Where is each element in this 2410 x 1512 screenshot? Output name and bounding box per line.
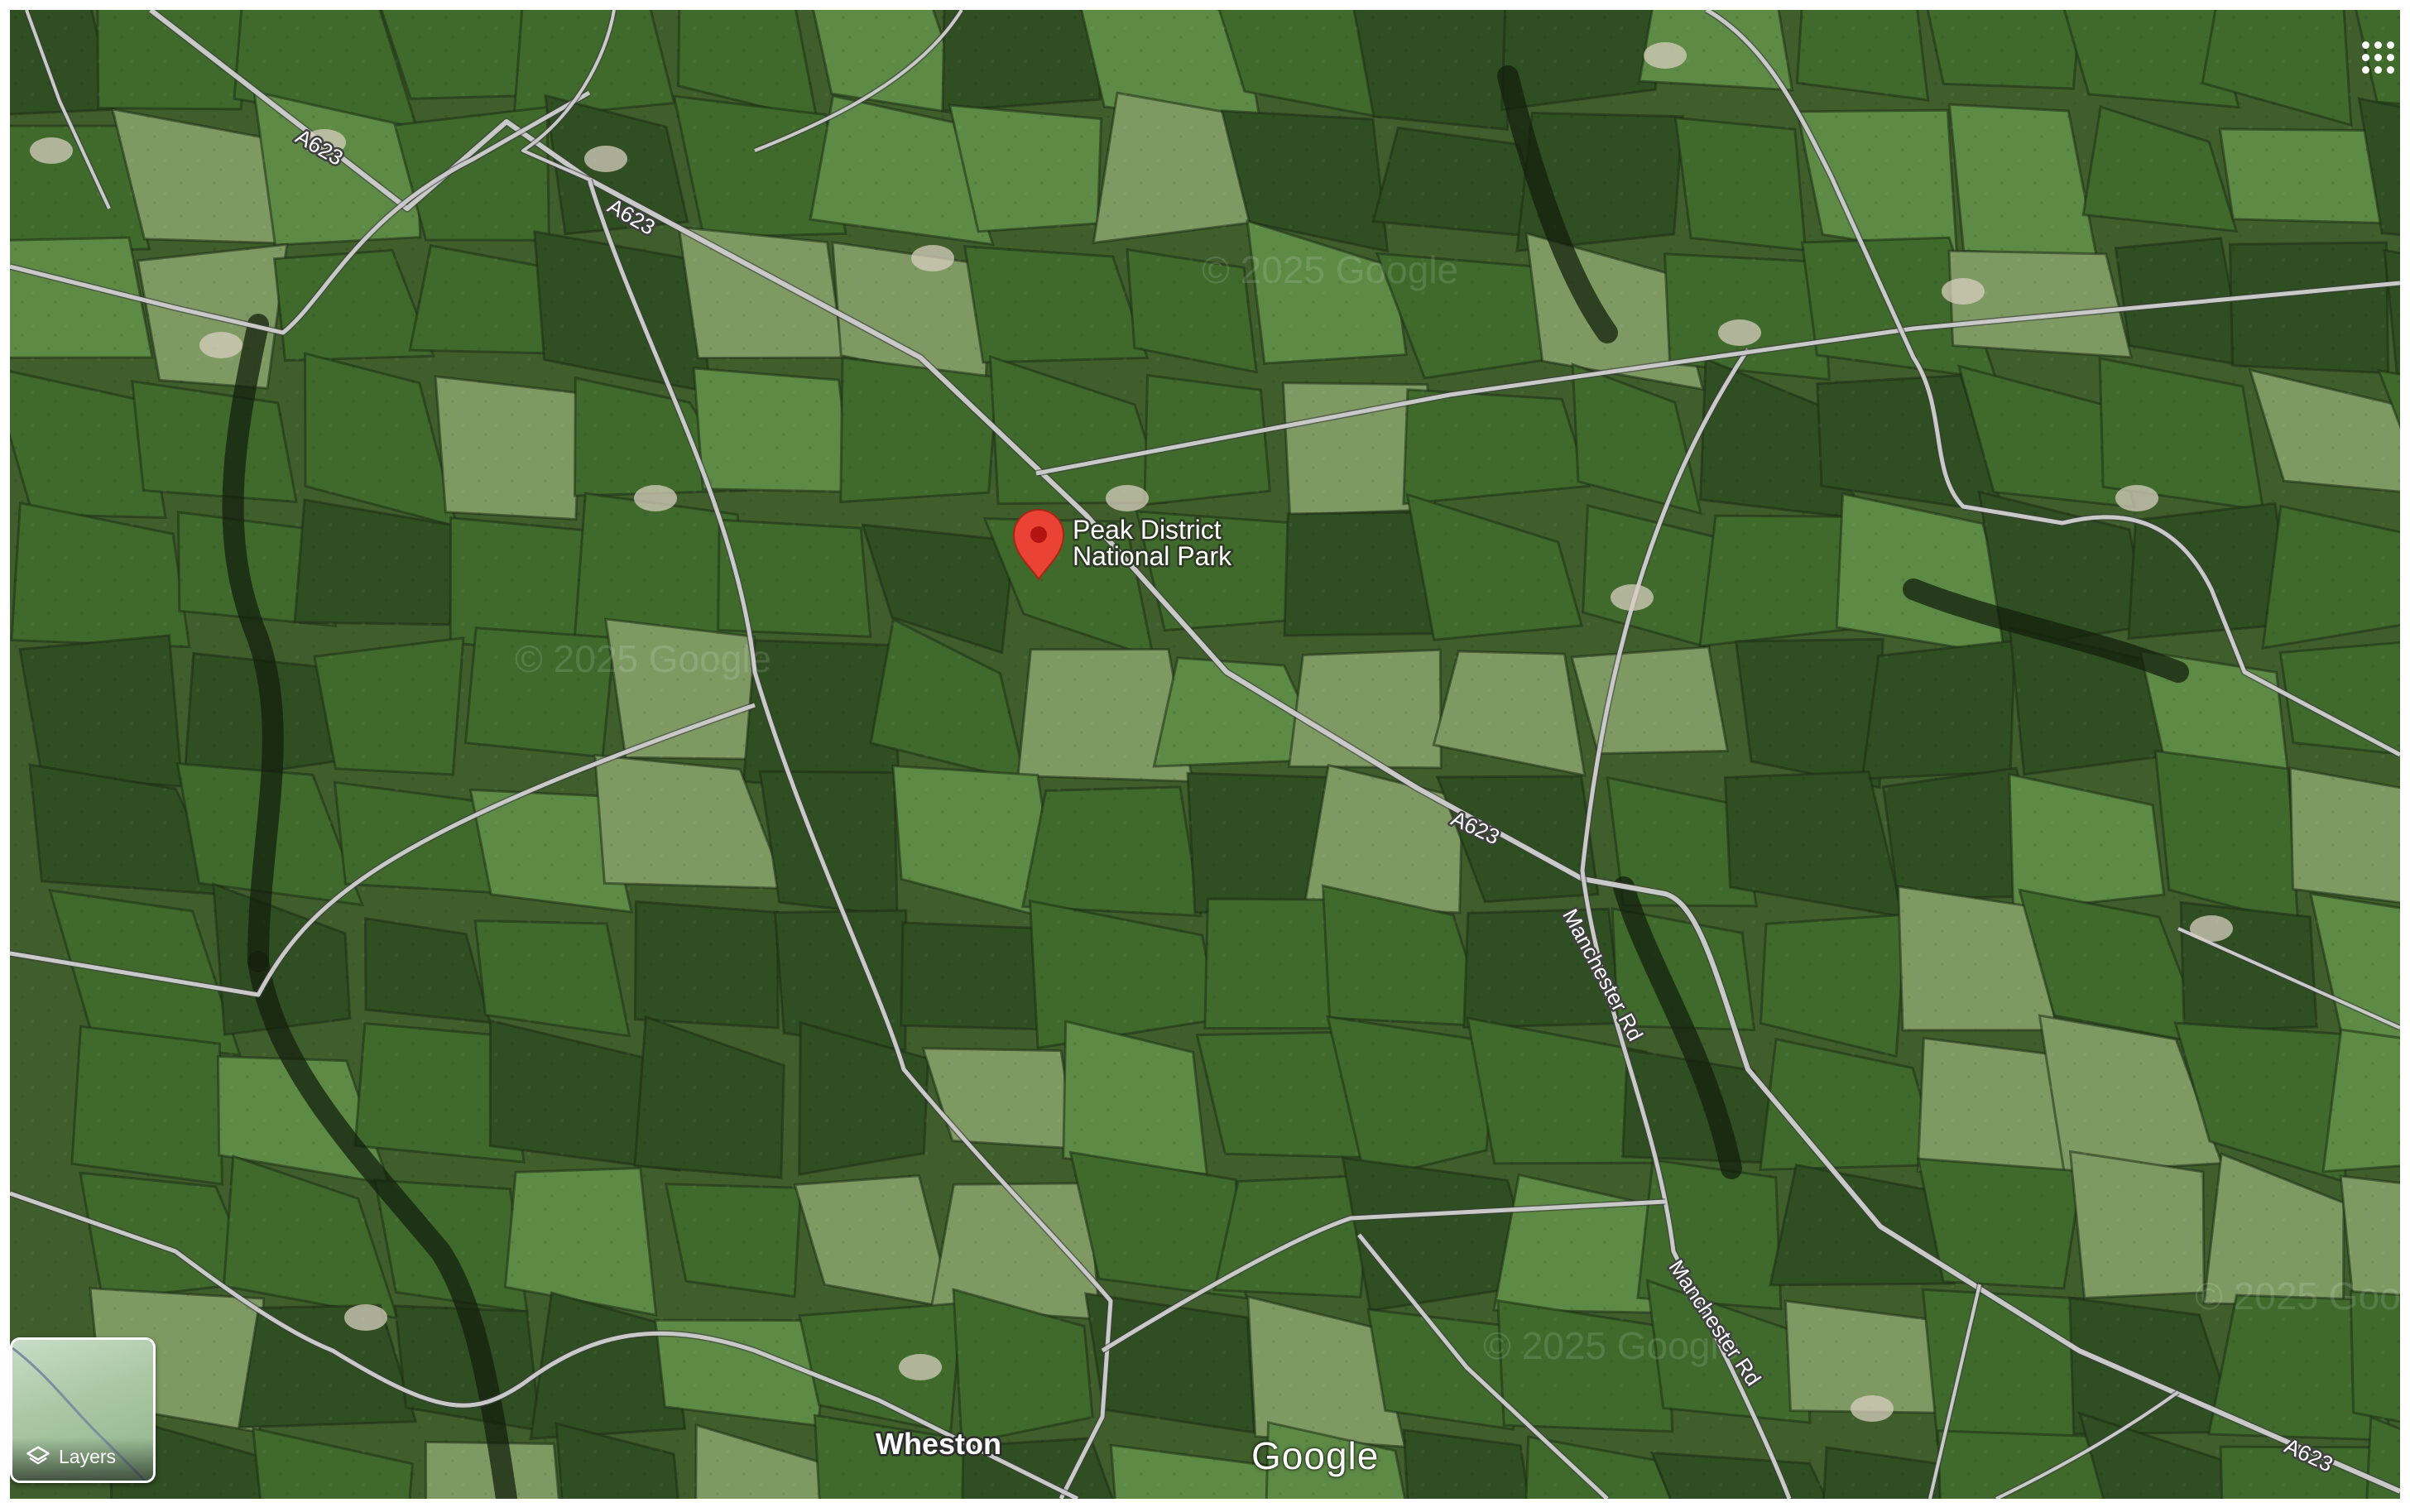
- apps-grid-icon[interactable]: [2359, 38, 2398, 78]
- poi-label-line1[interactable]: Peak District: [1071, 513, 1224, 547]
- farm-building: [584, 146, 627, 172]
- watermark-2: © 2025 Google: [1202, 248, 1458, 291]
- apps-grid-dot: [2374, 41, 2382, 49]
- watermark-4: © 2025 Google: [2195, 1274, 2400, 1318]
- map-viewport[interactable]: © 2025 Google © 2025 Google © 2025 Googl…: [10, 10, 2400, 1499]
- google-logo: Google: [1251, 1434, 1380, 1477]
- farm-building: [199, 332, 242, 358]
- farm-building: [1106, 485, 1149, 511]
- watermark-1: © 2025 Google: [515, 637, 771, 680]
- apps-grid-dot: [2387, 41, 2394, 49]
- apps-grid-dot: [2374, 66, 2382, 74]
- apps-grid-dot: [2387, 66, 2394, 74]
- farm-building: [1644, 42, 1687, 69]
- apps-grid-dot: [2362, 41, 2369, 49]
- village-label[interactable]: Wheston: [874, 1425, 1004, 1463]
- farm-building: [1851, 1395, 1894, 1422]
- apps-grid-dot: [2374, 54, 2382, 61]
- farm-building: [2190, 915, 2233, 942]
- apps-grid-dot: [2362, 54, 2369, 61]
- layers-button[interactable]: Layers: [10, 1337, 156, 1483]
- farm-building: [30, 137, 73, 164]
- farm-building: [344, 1304, 387, 1331]
- watermark-3: © 2025 Google: [1483, 1324, 1740, 1367]
- farm-building: [899, 1354, 942, 1380]
- farm-building: [2115, 485, 2158, 511]
- farm-building: [634, 485, 677, 511]
- layers-label: Layers: [59, 1446, 117, 1467]
- farm-building: [1942, 278, 1985, 305]
- layers-icon: [26, 1446, 50, 1465]
- farm-building: [911, 245, 954, 271]
- farm-building: [1718, 319, 1761, 346]
- apps-grid-dot: [2387, 54, 2394, 61]
- map-pin-dot: [1030, 526, 1047, 543]
- apps-grid-dot: [2362, 66, 2369, 74]
- farm-building: [1611, 584, 1654, 611]
- satellite-map[interactable]: © 2025 Google © 2025 Google © 2025 Googl…: [10, 10, 2400, 1499]
- poi-label-line2[interactable]: National Park: [1071, 540, 1235, 574]
